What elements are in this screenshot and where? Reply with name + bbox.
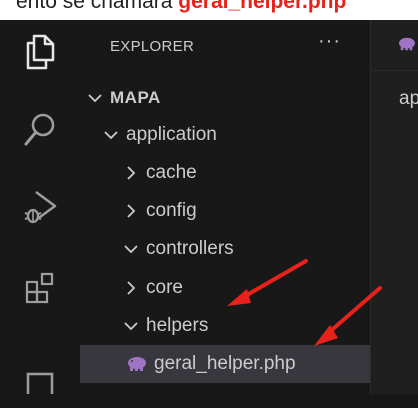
red-arrow-icon — [314, 286, 382, 346]
annotation-arrows — [227, 259, 382, 346]
red-arrow-icon — [227, 259, 308, 306]
